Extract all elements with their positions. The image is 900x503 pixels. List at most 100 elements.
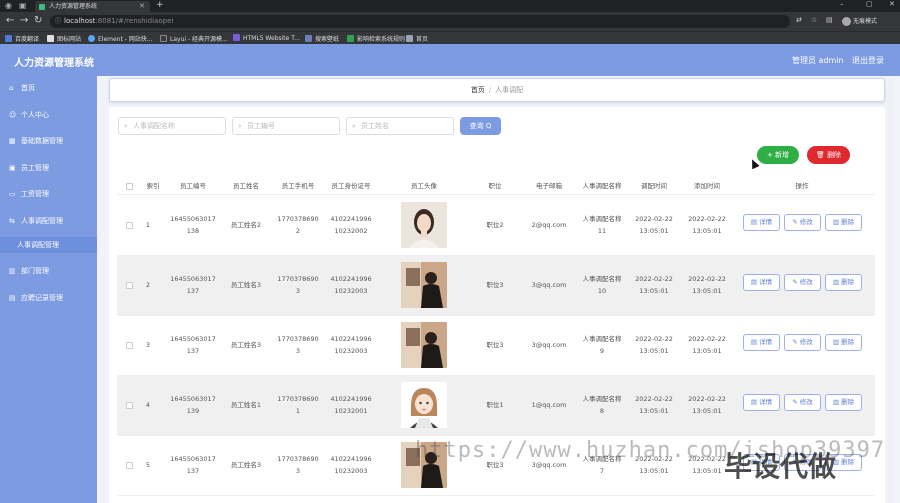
sidebar-item-profile[interactable]: ☺ 个人中心 xyxy=(0,107,97,123)
row-delete-button[interactable]: ▥ 删除 xyxy=(825,334,862,351)
query-button[interactable]: 查询 Q xyxy=(460,117,501,135)
app-title: 人力资源管理系统 xyxy=(14,58,94,69)
info-icon: ⓘ xyxy=(55,18,62,25)
emp-name: 员工姓名3 xyxy=(230,281,262,289)
trash-icon: ▥ xyxy=(832,278,842,286)
sidebar-item-basic-data[interactable]: ▦ 基础数据管理 xyxy=(0,133,97,149)
edit-icon: ✎ xyxy=(792,338,800,346)
row-checkbox[interactable] xyxy=(126,222,133,229)
bookmark-icon xyxy=(406,35,413,42)
row-checkbox[interactable] xyxy=(126,282,133,289)
col-avatar: 员工头像 xyxy=(411,182,437,190)
table-row[interactable]: 4 16455063017 139 员工姓名1 1770378690 1 410224199… xyxy=(117,376,875,436)
edit-button[interactable]: ✎ 修改 xyxy=(784,214,821,231)
bookmark-item[interactable]: Layui - 经典开源模... xyxy=(160,34,228,43)
reload-icon[interactable]: ↻ xyxy=(34,15,42,26)
row-checkbox[interactable] xyxy=(126,342,133,349)
bookmark-item[interactable]: Element - 网站快... xyxy=(88,34,153,43)
close-window-icon[interactable]: ✕ xyxy=(889,0,895,8)
add-time-line2: 13:05:01 xyxy=(692,347,722,355)
emp-id-card-line1: 4102241996 xyxy=(330,275,372,283)
employee-no-search-input[interactable]: ⌕ 员工编号 xyxy=(232,117,340,135)
bookmark-item[interactable]: 百度翻译 xyxy=(5,34,39,43)
delete-button[interactable]: 🗑 删除 xyxy=(807,146,850,164)
table-row[interactable]: 1 16455063017 138 员工姓名2 1770378690 2 410224199… xyxy=(117,196,875,256)
col-transfer-name: 人事调配名称 xyxy=(582,182,622,190)
sidebar-item-home[interactable]: ⌂ 首页 xyxy=(0,80,97,96)
back-icon[interactable]: ← xyxy=(6,15,14,26)
logout-link[interactable]: 退出登录 xyxy=(852,55,884,66)
detail-button[interactable]: ▤ 详情 xyxy=(743,394,780,411)
edit-button[interactable]: ✎ 修改 xyxy=(784,334,821,351)
add-time-line1: 2022-02-22 xyxy=(688,395,726,403)
detail-button[interactable]: ▤ 详情 xyxy=(743,214,780,231)
sidebar-item-department[interactable]: ▥ 部门管理 xyxy=(0,263,97,279)
bookmark-item[interactable]: 图标网站 xyxy=(47,34,81,43)
minimize-icon[interactable]: – xyxy=(840,0,844,8)
edit-button[interactable]: ✎ 修改 xyxy=(784,274,821,291)
extension-icon[interactable]: ▤ xyxy=(826,16,833,24)
table-header: 索引 员工编号 员工姓名 员工手机号 员工身份证号 员工头像 职位 电子邮箱 人… xyxy=(117,178,875,195)
browser-tab[interactable]: 人力资源管理系统 ✕ xyxy=(35,1,150,12)
sidebar-item-applications[interactable]: ▤ 应聘记录管理 xyxy=(0,290,97,306)
transfer-time-line2: 13:05:01 xyxy=(639,467,669,475)
url-field[interactable]: ⓘ localhost:8081/#/renshidiaopei xyxy=(50,15,790,28)
page-scrollbar[interactable] xyxy=(888,78,894,503)
transfer-name-line2: 8 xyxy=(599,407,605,415)
table-row[interactable]: 2 16455063017 137 员工姓名3 1770378690 3 410224199… xyxy=(117,256,875,316)
sidebar-item-employees[interactable]: ▣ 员工管理 xyxy=(0,160,97,176)
add-time-line2: 13:05:01 xyxy=(692,287,722,295)
emp-phone-line1: 1770378690 xyxy=(277,335,319,343)
bookmark-icon xyxy=(160,35,167,42)
breadcrumb-home[interactable]: 首页 xyxy=(471,86,485,94)
tab-search-icon[interactable]: ▣ xyxy=(19,1,27,10)
trash-icon: ▥ xyxy=(832,218,842,226)
emp-position: 职位2 xyxy=(486,221,504,229)
app-header: 人力资源管理系统 管理员 admin 退出登录 xyxy=(0,44,900,76)
transfer-time-line2: 13:05:01 xyxy=(639,287,669,295)
bookmark-item[interactable]: 搜索壁纸 xyxy=(305,34,339,43)
detail-button[interactable]: ▤ 详情 xyxy=(743,334,780,351)
employee-avatar xyxy=(401,322,447,368)
profile-button[interactable]: 无痕模式 xyxy=(842,16,877,26)
wallet-icon: ▭ xyxy=(9,190,16,198)
bookmark-item[interactable]: 首页 xyxy=(406,34,428,43)
add-button[interactable]: + 新增 xyxy=(757,146,799,164)
forward-icon[interactable]: → xyxy=(20,15,28,26)
sidebar-subitem-transfer[interactable]: 人事调配管理 xyxy=(0,237,97,253)
bookmark-icon xyxy=(233,34,240,41)
row-checkbox[interactable] xyxy=(126,402,133,409)
new-tab-icon[interactable]: + xyxy=(156,0,164,10)
col-position: 职位 xyxy=(488,182,502,190)
grid-icon: ▦ xyxy=(9,137,16,145)
employee-name-search-input[interactable]: ⌕ 员工姓名 xyxy=(346,117,454,135)
sidebar-item-transfer[interactable]: ⇆ 人事调配管理 xyxy=(0,213,97,229)
maximize-icon[interactable]: ▢ xyxy=(866,0,873,8)
home-icon: ⌂ xyxy=(9,84,14,92)
browser-menu-icon[interactable]: ◉ xyxy=(5,1,12,10)
edit-button[interactable]: ✎ 修改 xyxy=(784,394,821,411)
emp-phone-line1: 1770378690 xyxy=(277,395,319,403)
star-icon[interactable]: ☆ xyxy=(811,16,817,24)
bookmark-icon xyxy=(305,35,312,42)
row-delete-button[interactable]: ▥ 删除 xyxy=(825,274,862,291)
row-index: 3 xyxy=(145,341,151,349)
close-tab-icon[interactable]: ✕ xyxy=(139,1,145,12)
emp-phone-line2: 2 xyxy=(295,227,301,235)
transfer-name-search-input[interactable]: ⌕ 人事调配名称 xyxy=(118,117,226,135)
detail-button[interactable]: ▤ 详情 xyxy=(743,274,780,291)
translate-icon[interactable]: ⇄ xyxy=(796,16,802,24)
emp-id-card-line2: 10232002 xyxy=(334,227,368,235)
table-row[interactable]: 3 16455063017 137 员工姓名3 1770378690 3 410224199… xyxy=(117,316,875,376)
bookmark-item[interactable]: HTML5 Website T... xyxy=(233,34,300,42)
emp-phone-line2: 3 xyxy=(295,467,301,475)
sidebar-item-salary[interactable]: ▭ 工资管理 xyxy=(0,186,97,202)
col-transfer-time: 调配时间 xyxy=(641,182,667,190)
emp-no-line2: 138 xyxy=(186,227,200,235)
bookmark-item[interactable]: 影响检索系统规则 xyxy=(347,34,405,43)
select-all-checkbox[interactable] xyxy=(126,183,133,190)
emp-no-line1: 16455063017 xyxy=(170,455,216,463)
row-delete-button[interactable]: ▥ 删除 xyxy=(825,214,862,231)
row-delete-button[interactable]: ▥ 删除 xyxy=(825,394,862,411)
row-checkbox[interactable] xyxy=(126,462,133,469)
